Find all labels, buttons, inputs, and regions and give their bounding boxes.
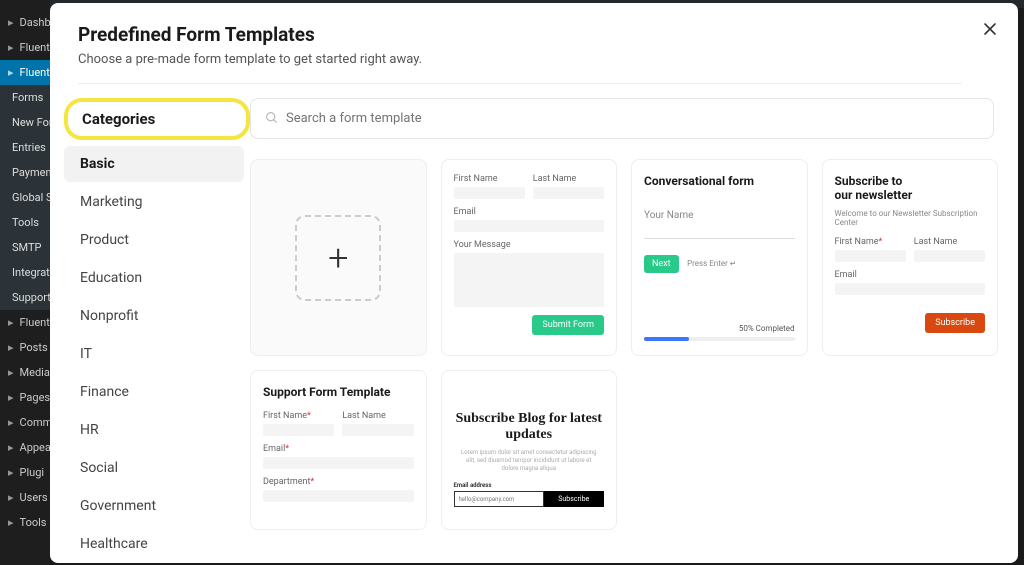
blog-email-label: Email address (454, 482, 544, 489)
wp-menu-item[interactable]: ▸Comm (0, 410, 50, 435)
nl-last: Last Name (914, 237, 985, 247)
close-icon[interactable] (982, 21, 998, 41)
wp-menu-item[interactable]: Forms (0, 85, 50, 110)
conv-progress-bar (644, 337, 795, 341)
label-first-name: First Name (454, 174, 525, 184)
search-icon (265, 109, 278, 128)
wp-menu-item[interactable]: ▸Media (0, 360, 50, 385)
wp-menu-item[interactable]: SMTP (0, 235, 50, 260)
modal-title: Predefined Form Templates (78, 23, 990, 46)
template-card-conversational[interactable]: Conversational form Your Name Next Press… (631, 159, 808, 356)
support-title: Support Form Template (263, 385, 414, 399)
wp-menu-item[interactable]: New Form (0, 110, 50, 135)
conv-hint: Press Enter ↵ (687, 259, 736, 268)
sup-last: Last Name (342, 411, 413, 421)
conv-next-button: Next (644, 255, 679, 273)
label-last-name: Last Name (533, 174, 604, 184)
blog-lorem: Lorem ipsum dolor sit amet consectetur a… (459, 449, 599, 472)
categories-list: BasicMarketingProductEducationNonprofitI… (64, 146, 250, 562)
wp-menu-item[interactable]: Integrations (0, 260, 50, 285)
category-item-government[interactable]: Government (64, 488, 244, 524)
conv-progress-label: 50% Completed (739, 324, 795, 333)
blog-email-input (454, 491, 544, 507)
categories-sidebar: Categories BasicMarketingProductEducatio… (50, 98, 250, 563)
category-item-product[interactable]: Product (64, 222, 244, 258)
nl-first: First Name (835, 237, 879, 247)
subscribe-button: Subscribe (925, 313, 985, 333)
wp-admin-menu: ▸Dashb▸Fluent▸FluentFormsNew FormEntries… (0, 0, 50, 565)
plus-icon: + (295, 215, 381, 301)
nl-sub: Welcome to our Newsletter Subscription C… (835, 209, 986, 227)
category-item-education[interactable]: Education (64, 260, 244, 296)
nl-email: Email (835, 270, 986, 280)
categories-heading: Categories (64, 98, 250, 140)
template-card-newsletter[interactable]: Subscribe to our newsletter Welcome to o… (822, 159, 999, 356)
category-item-finance[interactable]: Finance (64, 374, 244, 410)
blog-title: Subscribe Blog for latest updates (454, 411, 605, 443)
divider (78, 83, 962, 84)
nl-title-1: Subscribe to (835, 174, 903, 188)
category-item-marketing[interactable]: Marketing (64, 184, 244, 220)
template-modal: Predefined Form Templates Choose a pre-m… (50, 3, 1018, 563)
category-item-healthcare[interactable]: Healthcare (64, 526, 244, 562)
search-box[interactable] (250, 98, 994, 139)
search-input[interactable] (286, 111, 979, 126)
template-card-contact[interactable]: First Name Last Name Email Your Message … (441, 159, 618, 356)
wp-menu-item[interactable]: ▸Appea (0, 435, 50, 460)
wp-menu-item[interactable]: ▸Posts (0, 335, 50, 360)
submit-button: Submit Form (532, 315, 604, 335)
wp-menu-item[interactable]: ▸Plugi (0, 460, 50, 485)
wp-menu-item[interactable]: ▸Fluent (0, 60, 50, 85)
sup-email: Email (263, 444, 285, 454)
sup-first: First Name (263, 411, 307, 421)
conv-name-label: Your Name (644, 210, 795, 221)
label-email: Email (454, 207, 605, 217)
conv-title: Conversational form (644, 174, 795, 188)
nl-title-2: our newsletter (835, 188, 913, 202)
wp-menu-item[interactable]: ▸Fluent (0, 35, 50, 60)
category-item-social[interactable]: Social (64, 450, 244, 486)
blog-subscribe-button: Subscribe now (544, 491, 605, 507)
wp-menu-item[interactable]: Global Set (0, 185, 50, 210)
wp-menu-item[interactable]: ▸Users (0, 485, 50, 510)
category-item-basic[interactable]: Basic (64, 146, 244, 182)
label-message: Your Message (454, 240, 605, 250)
wp-menu-item[interactable]: Payments (0, 160, 50, 185)
template-card-support[interactable]: Support Form Template First Name* Last N… (250, 370, 427, 530)
wp-menu-item[interactable]: ▸Pages (0, 385, 50, 410)
wp-menu-item[interactable]: ▸Tools (0, 510, 50, 535)
template-card-blank[interactable]: + (250, 159, 427, 356)
templates-main: + First Name Last Name Email Your Messag… (250, 98, 1018, 563)
template-card-blog[interactable]: Subscribe Blog for latest updates Lorem … (441, 370, 618, 530)
wp-menu-item[interactable]: Support (0, 285, 50, 310)
modal-subtitle: Choose a pre-made form template to get s… (78, 52, 990, 67)
wp-menu-item[interactable]: ▸Fluent (0, 310, 50, 335)
wp-menu-item[interactable]: Tools (0, 210, 50, 235)
category-item-hr[interactable]: HR (64, 412, 244, 448)
wp-menu-item[interactable]: Entries1 (0, 135, 50, 160)
category-item-nonprofit[interactable]: Nonprofit (64, 298, 244, 334)
category-item-it[interactable]: IT (64, 336, 244, 372)
wp-menu-item[interactable]: ▸Dashb (0, 10, 50, 35)
sup-dept: Department (263, 477, 310, 487)
